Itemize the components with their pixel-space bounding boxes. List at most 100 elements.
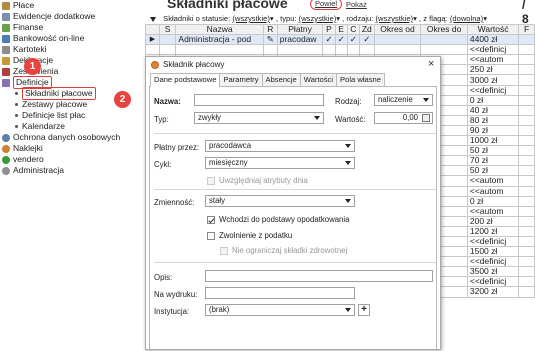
f-cell [518, 94, 535, 106]
wartosc-cell: 50 zł [466, 165, 520, 177]
chevron-down-icon[interactable]: ▾ [336, 14, 340, 23]
rodzaj-select[interactable]: naliczenie [374, 94, 433, 106]
close-icon[interactable]: × [428, 58, 434, 70]
column-header[interactable]: Płatny [276, 23, 324, 36]
tree-item[interactable]: Ewidencje dodatkowe [2, 11, 95, 22]
module-icon [2, 34, 10, 43]
bullet-icon [15, 92, 18, 95]
instytucja-select[interactable]: (brak) [205, 304, 355, 316]
f-cell [518, 195, 535, 207]
wartosc-cell: 1000 zł [466, 135, 520, 147]
tree-subitem[interactable]: Definicje list płac [15, 110, 85, 121]
table-row[interactable]: ▶ Administracja - pod ✎ pracodaw ✓ ✓ ✓ ✓ 4400 zł [145, 34, 535, 46]
wartosc-cell: 1200 zł [466, 225, 520, 237]
tree-item-label: Finanse [13, 22, 44, 32]
flaga-filter[interactable]: (dowolna) [450, 14, 483, 23]
rodzaj-filter[interactable]: (wszystkie) [376, 14, 414, 23]
wydruk-input[interactable] [205, 287, 355, 299]
bullet-icon [15, 114, 18, 117]
tab-pola-wasne[interactable]: Pola własne [336, 73, 385, 86]
filter-toggle-icon[interactable] [150, 16, 156, 22]
tree-subitem[interactable]: Zestawy płacowe [15, 99, 87, 110]
cykl-value: miesięczny [209, 158, 248, 167]
pokaz-button[interactable]: Pokaż [346, 0, 367, 9]
column-header[interactable]: F [518, 23, 535, 36]
wartosc-input[interactable]: 0,00 [374, 112, 433, 124]
opis-label: Opis: [154, 273, 173, 282]
wydruk-label: Na wydruku: [154, 290, 198, 299]
nazwa-label: Nazwa: [154, 97, 181, 106]
typ-filter[interactable]: (wszystkie) [299, 14, 337, 23]
column-header[interactable]: Okres do [420, 23, 468, 36]
column-header[interactable]: E [334, 23, 348, 36]
dialog-tabs: Dane podstawowe Parametry Absencje Wartości… [150, 73, 385, 87]
tree-subitem[interactable]: Kalendarze [15, 121, 65, 132]
tree-item[interactable]: Administracja [2, 165, 64, 176]
f-cell [518, 256, 535, 268]
uwzgledniaj-label: Uwzględniaj atrybuty dnia [219, 176, 308, 185]
cell [276, 44, 324, 56]
table-row[interactable]: <<definicj [145, 44, 535, 56]
tree-item[interactable]: Bankowość on-line [2, 33, 84, 44]
wartosc-cell: 250 zł [466, 64, 520, 76]
status-filter[interactable]: (wszystkie) [232, 14, 270, 23]
tree-item[interactable]: Płace [2, 0, 34, 11]
tab-parametry[interactable]: Parametry [219, 73, 263, 86]
typ-select[interactable]: zwykły [194, 112, 324, 124]
chevron-down-icon[interactable]: ▾ [483, 14, 487, 23]
tree-item[interactable]: Ochrona danych osobowych [2, 132, 120, 143]
tree-item[interactable]: Naklejki [2, 143, 43, 154]
column-header[interactable]: Okres od [373, 23, 422, 36]
f-cell [518, 155, 535, 167]
uwzgledniaj-checkbox[interactable] [207, 177, 215, 185]
nazwa-cell: Administracja - pod [175, 34, 264, 46]
cykl-select[interactable]: miesięczny [205, 157, 355, 169]
tab-wartosci[interactable]: Wartości [299, 73, 338, 86]
cell [420, 44, 468, 56]
typ-label: , typu: [275, 14, 297, 23]
opis-input[interactable] [205, 270, 433, 282]
bullet-icon [15, 125, 18, 128]
column-header[interactable]: Zd [358, 23, 375, 36]
cell [346, 44, 360, 56]
nie-ograniczaj-checkbox[interactable] [220, 247, 228, 255]
rodzaj-label: Rodzaj: [335, 97, 362, 106]
column-header[interactable]: P [322, 23, 336, 36]
tree-item[interactable]: vendero [2, 154, 44, 165]
chevron-down-icon[interactable]: ▾ [270, 14, 274, 23]
column-header[interactable]: R [262, 23, 278, 36]
add-instytucja-button[interactable]: + [358, 304, 370, 316]
column-header[interactable]: Wartość [466, 23, 520, 36]
module-icon [2, 12, 10, 21]
module-icon [2, 67, 10, 76]
zmiennosc-select[interactable]: stały [205, 195, 355, 207]
row-indicator-header [145, 23, 160, 36]
tab-dane-podstawowe[interactable]: Dane podstawowe [150, 73, 221, 87]
module-icon [2, 45, 10, 54]
dane-podstawowe-panel: Nazwa: Rodzaj: naliczenie Typ: zwykły Wa… [149, 86, 437, 351]
tree-subitem-label: Definicje list płac [22, 110, 86, 120]
wartosc-value: 0,00 [402, 113, 418, 122]
column-header[interactable]: S [158, 23, 177, 36]
calculator-icon[interactable] [422, 114, 430, 122]
wchodzi-checkbox[interactable] [207, 216, 215, 224]
nazwa-input[interactable] [194, 94, 324, 106]
column-header[interactable]: C [346, 23, 360, 36]
status-label: Składniki o statusie: [163, 14, 231, 23]
chevron-down-icon[interactable]: ▾ [413, 14, 417, 23]
cell [262, 44, 278, 56]
powiel-button[interactable]: Powiel [310, 0, 343, 10]
f-cell [518, 114, 535, 126]
tree-item[interactable]: Kartoteki [2, 44, 47, 55]
column-header[interactable]: Nazwa [175, 23, 264, 36]
skladnik-dialog: Składnik płacowy × Dane podstawowe Parame… [145, 56, 441, 351]
tab-absencje[interactable]: Absencje [261, 73, 301, 86]
tree-item-skladniki-placowe[interactable]: Składniki płacowe [15, 87, 96, 100]
platny-select[interactable]: pracodawca [205, 140, 355, 152]
wartosc-cell: 3500 zł [466, 266, 520, 278]
f-cell [518, 34, 535, 46]
wartosc-cell: 70 zł [466, 155, 520, 167]
zwolnienie-checkbox[interactable] [207, 232, 215, 240]
tree-item[interactable]: Finanse [2, 22, 43, 33]
wartosc-cell: 3000 zł [466, 74, 520, 86]
